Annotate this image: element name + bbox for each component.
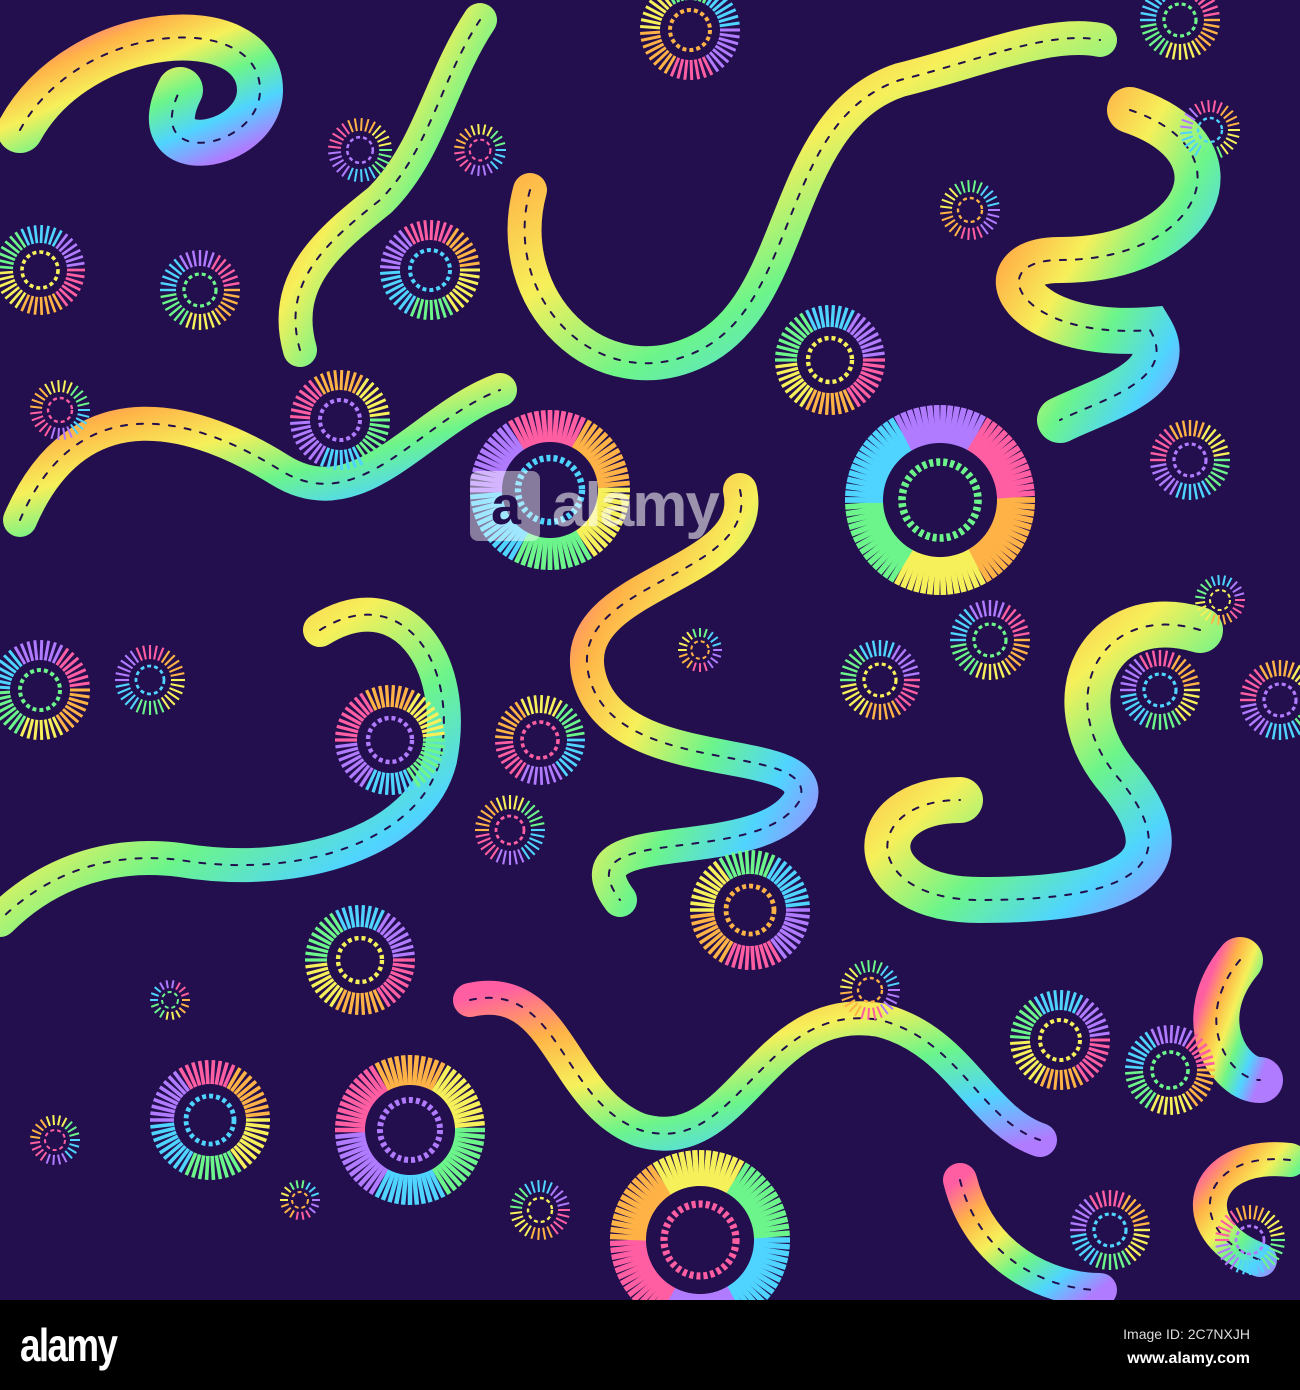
reptile-pattern-illustration [0,0,1300,1300]
dashed-ring [678,628,722,672]
dashed-ring [1125,1024,1215,1116]
dashed-ring [305,905,415,1015]
dashed-ring [1150,420,1230,500]
dashed-ring [380,219,480,321]
footer-bar: alamy Image ID: 2C7NXJH www.alamy.com [0,1300,1300,1390]
snake [453,980,1057,1157]
site-url: www.alamy.com [1127,1350,1250,1367]
dashed-ring [609,1149,790,1300]
watermark: a alamy [470,470,720,541]
dashed-ring [1070,1190,1150,1270]
dashed-ring [495,694,585,786]
dashed-ring [454,123,506,177]
dashed-ring [0,639,90,741]
dashed-ring [845,404,1035,596]
snakes-layer [0,3,1300,1300]
watermark-logo: a [470,470,540,541]
snake [995,87,1221,443]
image-id: Image ID: 2C7NXJH [1123,1326,1250,1342]
dashed-ring [150,980,190,1020]
dashed-ring [1140,0,1220,60]
dashed-ring [280,1180,320,1220]
dashed-ring [510,1179,570,1241]
snake [0,14,284,166]
dashed-ring [150,1059,270,1181]
dashed-ring [690,849,810,971]
dashed-ring [475,795,545,865]
dashed-ring [335,1055,485,1205]
snake [3,373,517,537]
snake [864,601,1223,924]
dashed-ring [115,645,185,715]
dashed-ring [1240,660,1300,740]
dashed-ring [640,0,740,81]
snake [1193,937,1283,1103]
dashed-ring [775,305,885,415]
snake [570,473,819,917]
dashed-ring [0,224,85,316]
dashed-ring [940,179,1000,241]
dashed-ring [840,640,920,720]
dashed-ring [30,1114,80,1166]
footer-brand: alamy [20,1319,118,1371]
dashed-ring [1120,650,1200,730]
watermark-text: alamy [552,471,720,540]
dashed-ring [160,250,240,330]
dashed-ring [1010,989,1110,1091]
dashed-ring [950,600,1030,680]
